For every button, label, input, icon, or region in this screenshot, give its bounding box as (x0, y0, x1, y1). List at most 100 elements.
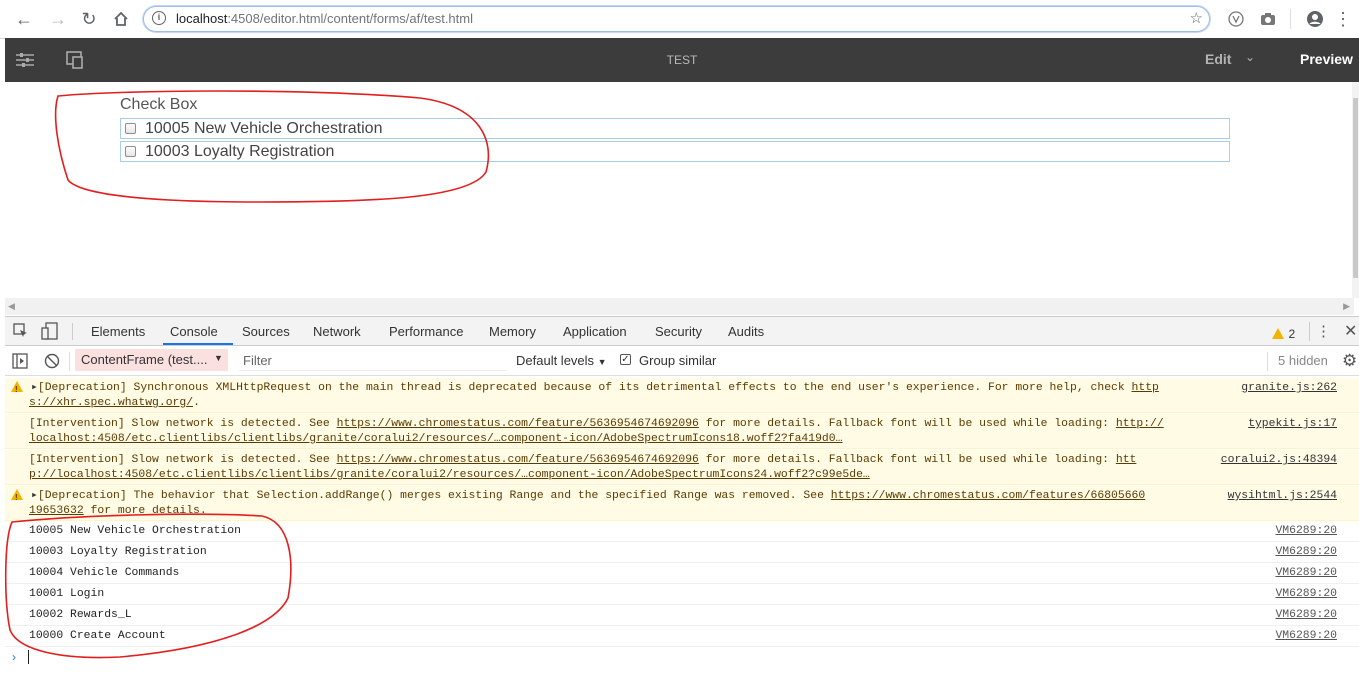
warning-icon (11, 381, 23, 397)
warning-link[interactable]: https://www.chromestatus.com/feature/563… (337, 454, 699, 466)
bookmark-star-icon[interactable]: ☆ (1190, 9, 1203, 27)
address-bar[interactable]: i localhost:4508/editor.html/content/for… (143, 6, 1210, 32)
warning-count-badge[interactable]: 2 (1272, 325, 1295, 343)
checkbox[interactable] (125, 123, 136, 134)
info-icon[interactable]: i (152, 11, 166, 25)
group-similar-checkbox[interactable]: ✓ (620, 354, 631, 365)
warning-text-line-2: localhost:4508/etc.clientlibs/clientlibs… (29, 432, 842, 447)
context-selector[interactable]: ContentFrame (test.... ▼ (75, 349, 228, 371)
url-text[interactable]: localhost:4508/editor.html/content/forms… (176, 11, 473, 26)
warning-text-line-2: 19653632 for more details. (29, 504, 207, 519)
warning-text: [Deprecation] Synchronous XMLHttpRequest… (37, 382, 1132, 394)
dropdown-arrow-icon: ▼ (597, 357, 607, 367)
warning-link[interactable]: http:// (1116, 418, 1164, 430)
warning-link[interactable]: 19653632 (29, 505, 84, 517)
aem-editor-toolbar: TEST Edit ⌄ Preview (5, 38, 1359, 82)
scroll-left-icon[interactable]: ◀ (8, 301, 15, 312)
warning-text-line-2: p://localhost:4508/etc.clientlibs/client… (29, 468, 870, 483)
expand-triangle-icon[interactable]: ▸ (31, 490, 38, 502)
warning-text-line-1: [Intervention] Slow network is detected.… (29, 453, 1136, 468)
console-warning-message: [Intervention] Slow network is detected.… (5, 450, 1359, 485)
device-toolbar-icon[interactable] (41, 322, 59, 345)
content-vertical-scrollbar[interactable] (1352, 82, 1359, 298)
profile-avatar-icon[interactable] (1304, 8, 1326, 30)
warning-text-line-1: [Intervention] Slow network is detected.… (29, 417, 1164, 432)
warning-link[interactable]: https://www.chromestatus.com/feature/563… (337, 418, 699, 430)
chevron-down-icon[interactable]: ⌄ (1245, 50, 1255, 64)
inspect-element-icon[interactable] (13, 323, 29, 344)
camera-icon[interactable] (1257, 8, 1279, 30)
browser-menu-icon[interactable]: ⋮ (1332, 8, 1354, 30)
message-source-link[interactable]: typekit.js:17 (1248, 417, 1337, 432)
console-log-row: 10004 Vehicle Commands VM6289:20 (5, 563, 1359, 584)
warning-text-line-2: s://xhr.spec.whatwg.org/. (29, 396, 200, 411)
toolbar-divider (1309, 322, 1310, 341)
extension-v-icon[interactable] (1225, 8, 1247, 30)
tab-audits[interactable]: Audits (728, 324, 764, 339)
tab-security[interactable]: Security (655, 324, 702, 339)
warning-text: [Intervention] Slow network is detected.… (29, 454, 337, 466)
group-similar-label: Group similar (639, 353, 717, 368)
message-source-link[interactable]: VM6289:20 (1275, 609, 1337, 621)
expand-triangle-icon[interactable]: ▸ (31, 382, 38, 394)
message-source-link[interactable]: VM6289:20 (1275, 546, 1337, 558)
console-settings-gear-icon[interactable]: ⚙ (1342, 351, 1357, 371)
warning-link[interactable]: localhost:4508/etc.clientlibs/clientlibs… (29, 433, 842, 445)
forward-arrow-icon[interactable]: → (47, 8, 69, 30)
clear-console-icon[interactable] (44, 353, 60, 374)
tab-application[interactable]: Application (563, 324, 627, 339)
show-sidebar-icon[interactable] (12, 353, 28, 374)
checkbox[interactable] (125, 146, 136, 157)
dropdown-arrow-icon: ▼ (214, 353, 223, 363)
url-host: localhost (176, 11, 228, 26)
warning-text: [Intervention] Slow network is detected.… (29, 418, 337, 430)
warning-link[interactable]: https://www.chromestatus.com/features/66… (831, 490, 1145, 502)
hidden-messages-count: 5 hidden (1278, 353, 1328, 368)
close-icon[interactable]: ✕ (1344, 321, 1357, 341)
console-prompt-icon: › (12, 650, 16, 664)
back-arrow-icon[interactable]: ← (13, 8, 35, 30)
console-warning-message: ▸[Deprecation] Synchronous XMLHttpReques… (5, 378, 1359, 413)
warning-link[interactable]: p://localhost:4508/etc.clientlibs/client… (29, 469, 870, 481)
tab-console[interactable]: Console (170, 324, 218, 339)
warning-text: [Deprecation] The behavior that Selectio… (37, 490, 831, 502)
tab-sources[interactable]: Sources (242, 324, 290, 339)
warning-link[interactable]: s://xhr.spec.whatwg.org/ (29, 397, 193, 409)
tab-performance[interactable]: Performance (389, 324, 463, 339)
console-filter-input[interactable] (239, 350, 507, 371)
checkbox-option[interactable]: 10005 New Vehicle Orchestration (120, 118, 1230, 139)
log-levels-dropdown[interactable]: Default levels ▼ (516, 353, 607, 368)
page-title: TEST (666, 53, 698, 67)
home-icon[interactable] (110, 8, 132, 30)
content-frame: Check Box 10005 New Vehicle Orchestratio… (5, 82, 1354, 298)
url-path: :4508/editor.html/content/forms/af/test.… (227, 11, 473, 26)
warning-count: 2 (1288, 327, 1296, 341)
warning-link[interactable]: http (1132, 382, 1159, 394)
toolbar-divider (72, 323, 73, 340)
console-input-caret[interactable] (28, 650, 29, 664)
warning-link[interactable]: htt (1116, 454, 1137, 466)
checkbox-option[interactable]: 10003 Loyalty Registration (120, 141, 1230, 162)
preview-button[interactable]: Preview (1300, 51, 1353, 67)
scroll-right-icon[interactable]: ▶ (1343, 301, 1350, 312)
console-warning-message: [Intervention] Slow network is detected.… (5, 414, 1359, 449)
message-source-link[interactable]: VM6289:20 (1275, 567, 1337, 579)
tab-network[interactable]: Network (313, 324, 361, 339)
tab-elements[interactable]: Elements (91, 324, 145, 339)
message-source-link[interactable]: coralui2.js:48394 (1221, 453, 1337, 468)
log-text: 10001 Login (29, 588, 105, 600)
tab-memory[interactable]: Memory (489, 324, 536, 339)
message-source-link[interactable]: granite.js:262 (1241, 381, 1337, 396)
console-log-row: 10001 Login VM6289:20 (5, 584, 1359, 605)
message-source-link[interactable]: wysihtml.js:2544 (1228, 489, 1337, 504)
edit-mode-button[interactable]: Edit (1205, 51, 1231, 67)
reload-icon[interactable]: ↻ (78, 8, 100, 30)
log-text: 10004 Vehicle Commands (29, 567, 180, 579)
message-source-link[interactable]: VM6289:20 (1275, 630, 1337, 642)
message-source-link[interactable]: VM6289:20 (1275, 588, 1337, 600)
message-source-link[interactable]: VM6289:20 (1275, 525, 1337, 537)
checkbox-option-label: 10003 Loyalty Registration (145, 143, 335, 160)
devtools-menu-icon[interactable]: ⋮ (1316, 322, 1331, 340)
scrollbar-thumb[interactable] (1353, 98, 1358, 278)
content-horizontal-scrollbar[interactable]: ◀ ▶ (5, 298, 1354, 315)
